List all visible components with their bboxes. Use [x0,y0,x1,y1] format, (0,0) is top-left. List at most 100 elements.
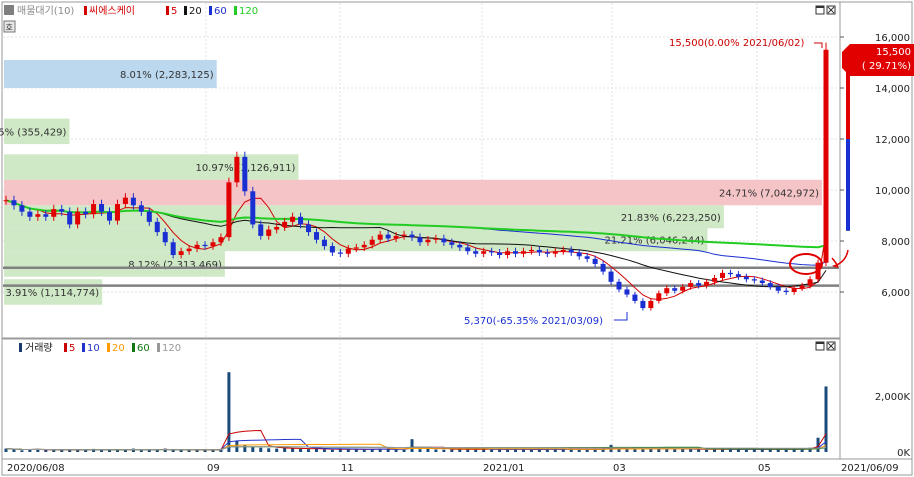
y-tick-label: 12,000 [875,135,910,146]
candle-body [584,256,590,259]
volume-bar [283,448,287,452]
candle-body [560,249,566,252]
volume-bar [585,449,589,452]
candle-body [807,279,813,286]
candle-body [274,226,280,230]
volume-close-button[interactable] [826,341,836,351]
candle-body [616,281,622,290]
candle-body [234,156,240,183]
x-axis-strip [1,458,913,476]
candle-body [823,49,829,263]
current-price-tag: 15,500 ( 29.71%) [842,44,914,76]
volume-bar [139,450,143,452]
volume-bar [705,449,709,452]
volume-maximize-button[interactable] [815,341,825,351]
legend-ma-swatch [234,6,237,15]
candle-body [417,237,423,243]
legend-ma-swatch [166,6,169,15]
x-tick-label: 05 [758,463,771,474]
candle-body [497,252,503,256]
candle-body [608,271,614,282]
volume-bar [697,449,701,452]
zoom-icon-glyph: 호 [6,23,13,32]
volume-legend-ma-swatch [157,343,160,352]
candle-body [178,251,184,256]
volume-bar [665,449,669,452]
volume-legend-ma-label: 60 [137,343,150,354]
candle-body [552,251,558,254]
candle-body [258,224,264,236]
volume-bar [28,449,32,452]
candle-body [242,156,248,192]
candle-body [712,277,718,282]
candle-body [186,248,192,252]
volume-legend-ma-swatch [82,343,85,352]
maximize-button[interactable] [815,5,825,15]
volume-bar [299,448,303,452]
price-range-down-bar [846,139,850,231]
volume-profile-label: 1.25% (355,429) [0,127,67,138]
volume-panel [1,338,841,460]
chart-menu-icon[interactable] [4,5,14,15]
candle-body [449,242,455,245]
legend-stock: 씨에스케이 [89,5,135,17]
y-tick-label: 6,000 [881,288,910,299]
candle-body [528,249,534,252]
candle-body [114,204,120,221]
candle-body [91,204,97,215]
candle-body [43,214,49,217]
candle-body [409,234,415,238]
volume-bar [179,450,183,452]
candle-body [783,290,789,292]
candle-body [759,280,765,284]
candle-body [632,294,638,301]
volume-bar [259,447,263,452]
candle-body [11,200,17,206]
candle-body [106,211,112,221]
candle-body [624,289,630,295]
volume-bar [402,449,406,452]
candle-body [329,246,335,253]
candle-body [75,211,81,225]
volume-bar [776,449,780,452]
volume-bar [243,444,247,452]
candle-body [146,211,152,222]
volume-bar [752,449,756,452]
volume-bar [100,450,104,452]
volume-profile-label: 8.12% (2,313,469) [128,260,222,271]
y-tick-label: 10,000 [875,186,910,197]
volume-bar [275,448,279,452]
candle-body [568,249,574,253]
candle-body [672,288,678,291]
candle-body [465,247,471,252]
candle-body [361,244,367,248]
close-button[interactable] [826,5,836,15]
candle-body [306,224,312,233]
volume-legend-ma-label: 20 [112,343,125,354]
candle-body [218,237,224,243]
candle-body [250,191,256,225]
candle-body [481,251,487,254]
candle-body [369,239,375,245]
volume-bar [784,449,788,452]
x-tick-label: 09 [207,463,220,474]
candle-body [473,251,479,254]
volume-legend-ma-swatch [107,343,110,352]
candle-body [767,283,773,287]
volume-profile-label: 3.91% (1,114,774) [6,288,100,299]
volume-bar [251,446,255,452]
y-tick-label: 16,000 [875,33,910,44]
candle-body [83,211,89,215]
volume-bar [625,449,629,452]
candle-body [210,242,216,247]
volume-bar [728,449,732,452]
x-tick-label: 2021/01 [483,463,525,474]
candle-body [170,242,176,256]
candle-body [520,251,526,254]
volume-bar [673,449,677,452]
candle-body [576,252,582,257]
candle-body [321,239,327,247]
candle-body [99,204,105,212]
candle-body [3,200,9,202]
legend-ma-label: 5 [171,6,177,17]
